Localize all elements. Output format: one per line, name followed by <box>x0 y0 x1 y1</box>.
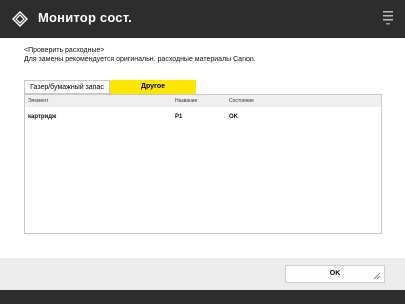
ok-button-label: OK <box>329 270 341 277</box>
window-title: Монитор сост. <box>38 10 132 25</box>
section-heading: <Проверить расходные> <box>24 47 105 54</box>
cell-name: P1 <box>175 114 183 120</box>
column-header-name: Название <box>175 98 198 104</box>
main-panel: <Проверить расходные> Для замены рекомен… <box>0 38 405 258</box>
resize-grip-icon <box>373 272 381 280</box>
table-row[interactable]: картридж P1 OK <box>25 111 381 123</box>
table-header: Элемент Название Состояние <box>25 95 381 107</box>
menu-icon[interactable] <box>381 8 395 28</box>
section-description: Для замены рекомендуется оригинальн. рас… <box>24 56 256 63</box>
tab-other[interactable]: Другое <box>110 80 196 94</box>
consumables-table: Элемент Название Состояние картридж P1 O… <box>24 94 382 234</box>
title-bar: Монитор сост. <box>0 0 405 38</box>
column-header-status: Состояние <box>229 98 254 104</box>
bottom-bar <box>0 290 405 304</box>
tab-bar: Газер/бумажный запас Другое <box>24 80 382 94</box>
ok-button[interactable]: OK <box>285 265 385 283</box>
tab-paper-supply[interactable]: Газер/бумажный запас <box>24 80 110 94</box>
column-header-item: Элемент <box>28 98 49 104</box>
cell-status: OK <box>229 114 238 120</box>
footer-bar: OK <box>0 258 405 290</box>
status-monitor-icon <box>12 11 28 27</box>
cell-item: картридж <box>28 114 57 120</box>
